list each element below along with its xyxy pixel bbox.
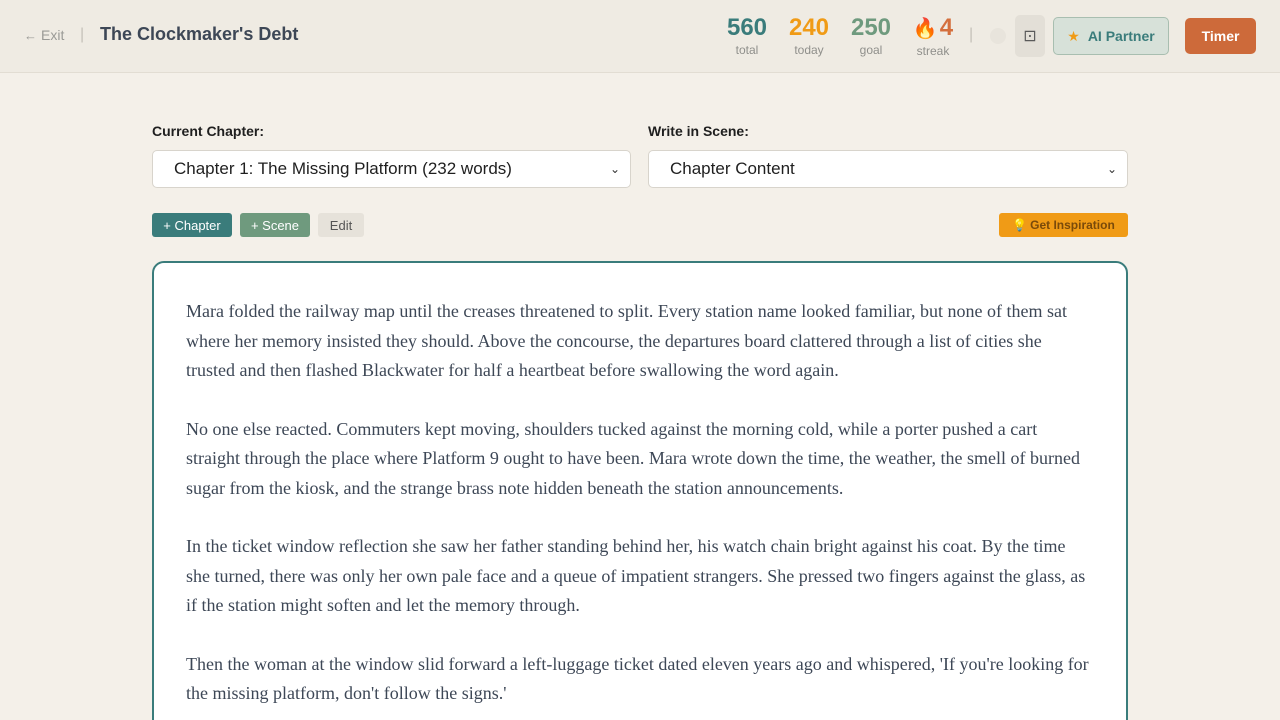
focus-mode-icon: ⊡ (1023, 28, 1037, 45)
status-dot (990, 28, 1006, 44)
chevron-down-icon: ⌄ (609, 162, 620, 176)
stat-today: 240 today (779, 14, 839, 57)
edit-button[interactable]: Edit (318, 213, 364, 237)
add-chapter-button[interactable]: + Chapter (152, 213, 232, 237)
chapter-select-label: Current Chapter: (152, 123, 265, 139)
editor-paragraph: In the ticket window reflection she saw … (186, 536, 1086, 615)
lightbulb-icon: 💡 (1012, 218, 1028, 232)
editor-paragraph: Then the woman at the window slid forwar… (186, 653, 1089, 704)
document-title: The Clockmaker's Debt (100, 24, 299, 44)
get-inspiration-label: Get Inspiration (1030, 218, 1115, 232)
today-words-label: today (794, 43, 824, 57)
streak-value: 4 (939, 14, 954, 41)
stat-goal: 250 goal (841, 14, 901, 57)
arrow-left-icon: ← (24, 27, 37, 43)
streak-value-wrap: 🔥4 (903, 14, 963, 43)
add-scene-button[interactable]: + Scene (240, 213, 310, 237)
exit-label: Exit (41, 27, 65, 43)
chapter-select[interactable]: Chapter 1: The Missing Platform (232 wor… (152, 150, 631, 188)
scene-select[interactable]: Chapter Content ⌄ (648, 150, 1128, 188)
editor-paragraph: Mara folded the railway map until the cr… (186, 301, 1067, 380)
streak-label: streak (916, 44, 950, 58)
top-bar: ← Exit | The Clockmaker's Debt 560 total… (0, 0, 1280, 73)
get-inspiration-button[interactable]: 💡 Get Inspiration (999, 213, 1128, 237)
header-divider: | (80, 26, 85, 43)
timer-button[interactable]: Timer (1185, 18, 1256, 54)
goal-value: 250 (850, 14, 892, 41)
scene-select-value: Chapter Content (670, 159, 795, 178)
chapter-select-value: Chapter 1: The Missing Platform (232 wor… (174, 159, 512, 178)
text-editor[interactable]: Mara folded the railway map until the cr… (152, 261, 1128, 720)
stat-streak: 🔥4 streak (903, 14, 963, 58)
star-icon: ★ (1067, 27, 1080, 44)
editor-paragraph: No one else reacted. Commuters kept movi… (186, 418, 1081, 498)
header-divider: | (969, 26, 974, 43)
focus-mode-button[interactable]: ⊡ (1015, 15, 1045, 57)
today-words-value: 240 (788, 14, 830, 41)
ai-partner-button[interactable]: ★ AI Partner (1053, 17, 1169, 55)
goal-label: goal (859, 43, 883, 57)
scene-select-label: Write in Scene: (648, 123, 749, 139)
chevron-down-icon: ⌄ (1106, 162, 1117, 176)
total-words-value: 560 (726, 14, 768, 41)
total-words-label: total (735, 43, 759, 57)
ai-partner-label: AI Partner (1087, 28, 1155, 44)
exit-button[interactable]: ← Exit (24, 27, 64, 43)
flame-icon: 🔥 (912, 18, 938, 40)
stat-total: 560 total (717, 14, 777, 57)
